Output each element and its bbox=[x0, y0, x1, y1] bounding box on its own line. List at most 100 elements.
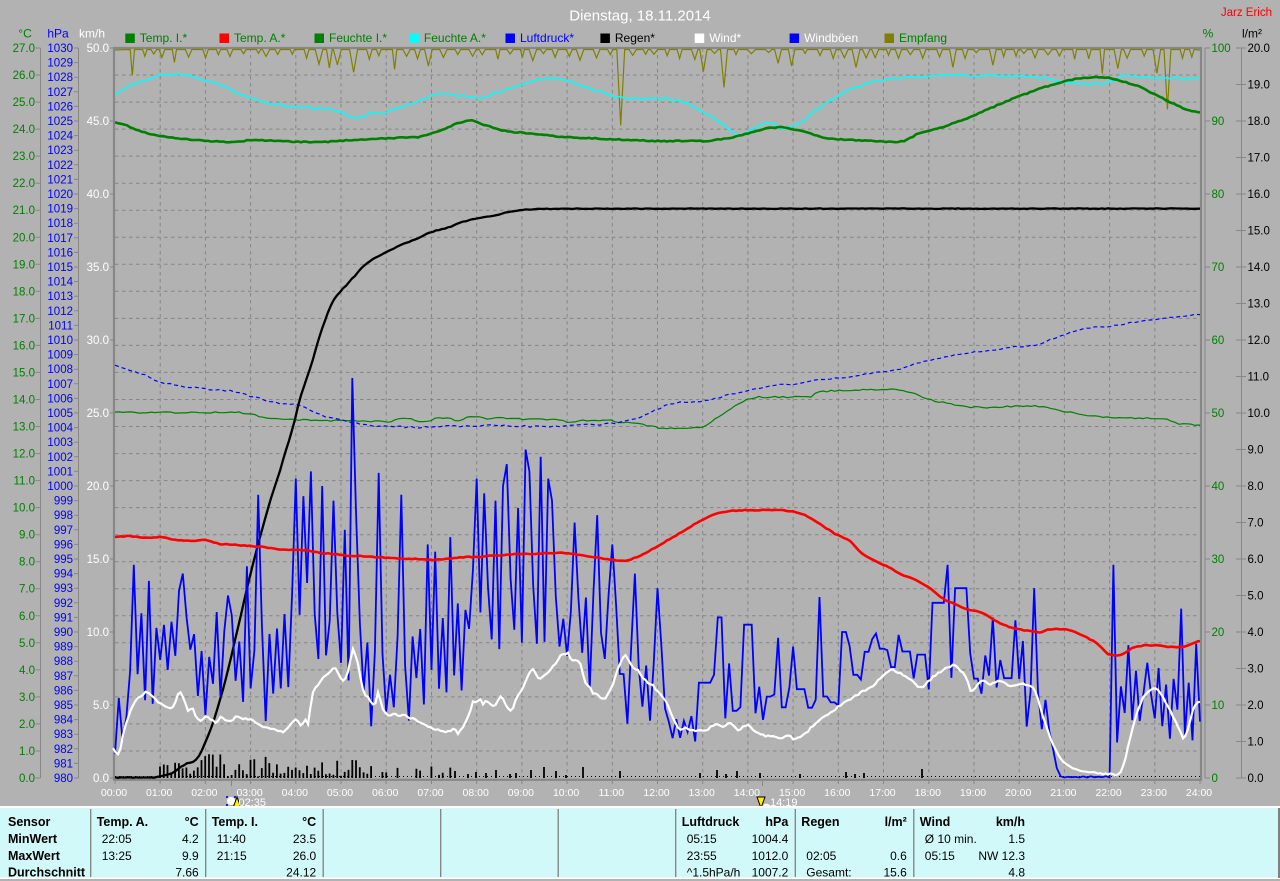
svg-text:Temp. I.: Temp. I. bbox=[212, 815, 258, 829]
svg-text:20.0: 20.0 bbox=[13, 232, 35, 244]
svg-text:Feuchte I.*: Feuchte I.* bbox=[329, 31, 387, 45]
svg-text:Durchschnitt: Durchschnitt bbox=[8, 866, 86, 880]
svg-text:0.6: 0.6 bbox=[890, 849, 907, 863]
svg-text:985: 985 bbox=[54, 700, 73, 712]
svg-text:Ø 10 min.: Ø 10 min. bbox=[925, 832, 977, 846]
svg-text:Temp. A.: Temp. A. bbox=[97, 815, 148, 829]
svg-text:13.0: 13.0 bbox=[1248, 299, 1270, 311]
svg-text:1030: 1030 bbox=[47, 43, 73, 55]
svg-text:23:55: 23:55 bbox=[687, 849, 717, 863]
svg-text:1021: 1021 bbox=[47, 174, 73, 186]
svg-text:Wind: Wind bbox=[920, 815, 950, 829]
svg-text:11:40: 11:40 bbox=[217, 832, 246, 846]
svg-text:21:00: 21:00 bbox=[1050, 787, 1076, 799]
svg-text:7.0: 7.0 bbox=[1248, 518, 1264, 530]
svg-text:1015: 1015 bbox=[47, 262, 73, 274]
svg-text:NW 12.3: NW 12.3 bbox=[978, 849, 1025, 863]
svg-text:16:00: 16:00 bbox=[824, 787, 850, 799]
svg-text:13:00: 13:00 bbox=[689, 787, 715, 799]
svg-text:22.0: 22.0 bbox=[13, 178, 35, 190]
svg-text:13:25: 13:25 bbox=[102, 849, 132, 863]
svg-text:1000: 1000 bbox=[47, 481, 73, 493]
svg-text:999: 999 bbox=[54, 496, 73, 508]
svg-text:100: 100 bbox=[1212, 43, 1231, 55]
svg-text:09:00: 09:00 bbox=[508, 787, 534, 799]
svg-text:1002: 1002 bbox=[47, 452, 73, 464]
svg-text:0.0: 0.0 bbox=[19, 773, 35, 785]
svg-text:18.0: 18.0 bbox=[1248, 116, 1270, 128]
svg-text:4.0: 4.0 bbox=[19, 665, 35, 677]
svg-text:1011: 1011 bbox=[48, 320, 73, 332]
svg-text:05:15: 05:15 bbox=[687, 832, 717, 846]
svg-text:4.8: 4.8 bbox=[1008, 866, 1025, 880]
svg-text:1004.4: 1004.4 bbox=[752, 832, 789, 846]
svg-text:14.0: 14.0 bbox=[13, 395, 35, 407]
svg-text:5.0: 5.0 bbox=[93, 700, 109, 712]
svg-text:0.0: 0.0 bbox=[93, 773, 109, 785]
svg-text:^1.5hPa/h: ^1.5hPa/h bbox=[687, 866, 741, 880]
svg-text:l/m²: l/m² bbox=[1242, 27, 1262, 41]
svg-text:1005: 1005 bbox=[47, 408, 73, 420]
svg-text:18.0: 18.0 bbox=[13, 286, 35, 298]
svg-text:1009: 1009 bbox=[47, 350, 73, 362]
svg-text:1028: 1028 bbox=[47, 72, 73, 84]
svg-text:13.0: 13.0 bbox=[13, 422, 35, 434]
svg-text:°C: °C bbox=[302, 815, 316, 829]
svg-text:02:35: 02:35 bbox=[239, 797, 267, 809]
svg-text:90: 90 bbox=[1212, 116, 1225, 128]
svg-text:50: 50 bbox=[1212, 408, 1225, 420]
svg-text:6.0: 6.0 bbox=[19, 611, 35, 623]
svg-text:1016: 1016 bbox=[47, 247, 73, 259]
svg-text:05:15: 05:15 bbox=[925, 849, 955, 863]
svg-text:981: 981 bbox=[54, 758, 73, 770]
svg-text:992: 992 bbox=[54, 598, 73, 610]
svg-text:983: 983 bbox=[54, 729, 73, 741]
svg-text:26.0: 26.0 bbox=[13, 70, 35, 82]
svg-text:1018: 1018 bbox=[47, 218, 73, 230]
svg-text:0.0: 0.0 bbox=[1248, 773, 1264, 785]
svg-text:27.0: 27.0 bbox=[13, 43, 35, 55]
svg-text:8.0: 8.0 bbox=[19, 557, 35, 569]
svg-text:22:00: 22:00 bbox=[1095, 787, 1121, 799]
svg-text:15.0: 15.0 bbox=[1248, 226, 1270, 238]
svg-text:11.0: 11.0 bbox=[1248, 372, 1270, 384]
svg-text:30: 30 bbox=[1212, 554, 1225, 566]
svg-text:1004: 1004 bbox=[47, 423, 73, 435]
svg-text:11:00: 11:00 bbox=[599, 787, 625, 799]
svg-text:07:00: 07:00 bbox=[417, 787, 443, 799]
svg-text:1023: 1023 bbox=[47, 145, 73, 157]
svg-text:Luftdruck*: Luftdruck* bbox=[520, 31, 574, 45]
svg-text:Luftdruck: Luftdruck bbox=[682, 815, 740, 829]
svg-text:991: 991 bbox=[54, 612, 73, 624]
svg-text:19:00: 19:00 bbox=[960, 787, 986, 799]
svg-text:km/h: km/h bbox=[79, 27, 105, 41]
svg-text:Windböen: Windböen bbox=[804, 31, 858, 45]
svg-text:994: 994 bbox=[54, 569, 74, 581]
svg-text:996: 996 bbox=[54, 539, 73, 551]
svg-text:10: 10 bbox=[1212, 700, 1225, 712]
svg-text:hPa: hPa bbox=[765, 815, 789, 829]
svg-text:°C: °C bbox=[18, 27, 32, 41]
svg-text:80: 80 bbox=[1212, 189, 1225, 201]
svg-text:06:00: 06:00 bbox=[372, 787, 398, 799]
svg-text:12.0: 12.0 bbox=[13, 449, 35, 461]
svg-text:1019: 1019 bbox=[47, 204, 73, 216]
svg-text:14:19: 14:19 bbox=[770, 797, 798, 809]
svg-text:1006: 1006 bbox=[47, 393, 73, 405]
svg-text:20.0: 20.0 bbox=[87, 481, 109, 493]
svg-text:10.0: 10.0 bbox=[87, 627, 109, 639]
svg-text:980: 980 bbox=[54, 773, 73, 785]
svg-text:24:00: 24:00 bbox=[1186, 787, 1212, 799]
svg-text:1014: 1014 bbox=[47, 277, 73, 289]
svg-text:45.0: 45.0 bbox=[87, 116, 109, 128]
svg-text:986: 986 bbox=[54, 685, 73, 697]
svg-text:23:00: 23:00 bbox=[1141, 787, 1167, 799]
svg-text:1.0: 1.0 bbox=[19, 746, 35, 758]
svg-text:01:00: 01:00 bbox=[146, 787, 172, 799]
svg-text:9.9: 9.9 bbox=[182, 849, 199, 863]
svg-text:Regen*: Regen* bbox=[615, 31, 655, 45]
svg-text:9.0: 9.0 bbox=[1248, 445, 1264, 457]
svg-text:Gesamt:: Gesamt: bbox=[806, 866, 851, 880]
svg-text:17.0: 17.0 bbox=[13, 313, 35, 325]
svg-text:1007: 1007 bbox=[47, 379, 73, 391]
